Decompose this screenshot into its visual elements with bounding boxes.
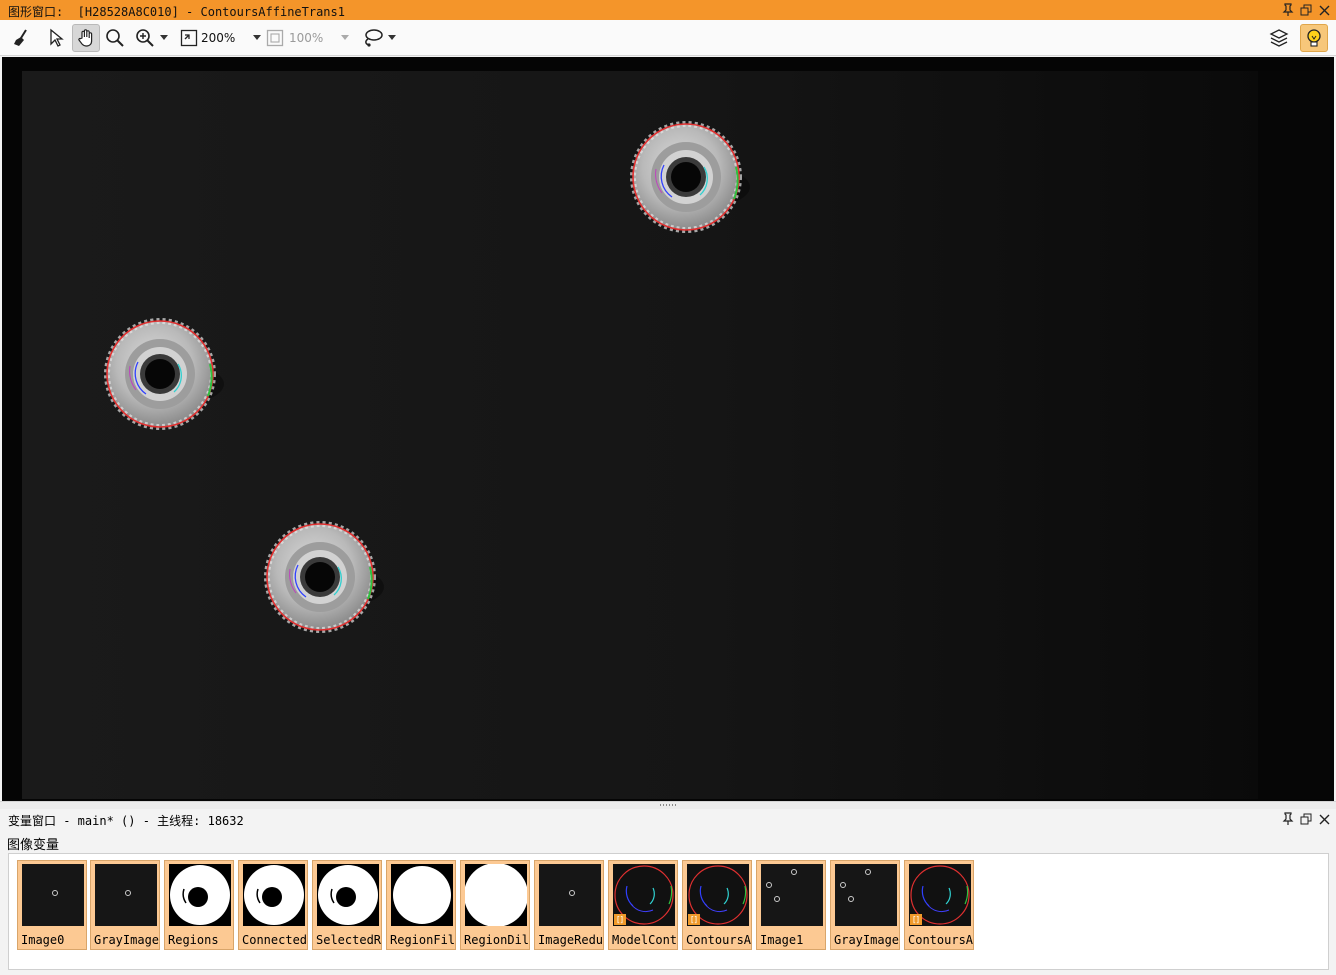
variable-thumbnail-image1[interactable]: Image1 xyxy=(756,860,826,950)
thumbnail-label: RegionDil xyxy=(464,933,530,947)
zoom-alt-chevron-down-icon[interactable] xyxy=(338,24,352,52)
thumbnail-label: ContoursA xyxy=(686,933,752,947)
zoom-fit-icon xyxy=(180,29,198,47)
thumbnail-preview xyxy=(465,864,527,926)
graphics-window-controls xyxy=(1280,1,1332,19)
thumbnail-label: Regions xyxy=(168,933,219,947)
thumbnail-preview: [] xyxy=(613,864,675,926)
magnifier-icon[interactable] xyxy=(102,24,128,52)
thumbnail-preview: [] xyxy=(909,864,971,926)
zoom-level-alt-text: 100% xyxy=(289,31,324,45)
thumbnail-label: ModelCont xyxy=(612,933,678,947)
roi-chevron-down-icon[interactable] xyxy=(386,24,398,52)
thumbnail-preview xyxy=(317,864,379,926)
tuple-badge-icon: [] xyxy=(614,914,626,925)
actual-size-icon xyxy=(266,29,284,47)
close-icon[interactable] xyxy=(1316,810,1332,828)
variable-window-title: 变量窗口 - main* () - 主线程: 18632 xyxy=(8,814,244,828)
lasso-icon[interactable] xyxy=(360,24,386,52)
thumbnail-label: SelectedR xyxy=(316,933,382,947)
variable-thumbnail-regionfil[interactable]: RegionFil xyxy=(386,860,456,950)
thumbnail-preview xyxy=(22,864,84,926)
tuple-badge-icon: [] xyxy=(910,914,922,925)
variable-thumbnail-connected[interactable]: Connected xyxy=(238,860,308,950)
layers-icon[interactable] xyxy=(1266,24,1292,52)
thumbnail-label: ContoursA xyxy=(908,933,974,947)
thumbnail-label: GrayImage xyxy=(834,933,900,947)
variable-thumbnail-contoursa[interactable]: [] ContoursA xyxy=(682,860,752,950)
variable-thumbnail-grayimage[interactable]: GrayImage xyxy=(90,860,160,950)
float-window-icon[interactable] xyxy=(1298,1,1314,19)
zoom-level-text: 200% xyxy=(201,31,236,45)
image-canvas[interactable] xyxy=(2,57,1334,801)
zoom-in-icon[interactable] xyxy=(132,24,158,52)
pointer-icon[interactable] xyxy=(42,24,70,52)
thumbnail-label: RegionFil xyxy=(390,933,456,947)
pin-icon[interactable] xyxy=(1280,810,1296,828)
close-icon[interactable] xyxy=(1316,1,1332,19)
graphics-window-titlebar: 图形窗口: [H28528A8C010] - ContoursAffineTra… xyxy=(0,0,1336,20)
variable-thumbnail-modelcont[interactable]: [] ModelCont xyxy=(608,860,678,950)
variable-thumbnail-image0[interactable]: Image0 xyxy=(17,860,87,950)
thumbnail-preview xyxy=(391,864,453,926)
thumbnail-label: GrayImage xyxy=(94,933,160,947)
zoom-menu-chevron-down-icon[interactable] xyxy=(158,24,170,52)
thumbnail-preview xyxy=(95,864,157,926)
pin-icon[interactable] xyxy=(1280,1,1296,19)
hand-icon[interactable] xyxy=(72,24,100,52)
thumbnail-label: Connected xyxy=(242,933,308,947)
thumbnail-preview xyxy=(835,864,897,926)
tuple-badge-icon: [] xyxy=(688,914,700,925)
zoom-level-chevron-down-icon[interactable] xyxy=(250,24,264,52)
graphics-window-title: 图形窗口: [H28528A8C010] - ContoursAffineTra… xyxy=(8,5,345,19)
float-window-icon[interactable] xyxy=(1298,810,1314,828)
thumbnail-preview xyxy=(539,864,601,926)
variable-thumbnail-contoursa[interactable]: [] ContoursA xyxy=(904,860,974,950)
thumbnail-label: ImageRedu xyxy=(538,933,604,947)
splitter-grip-icon[interactable] xyxy=(660,804,678,806)
thumbnail-label: Image0 xyxy=(21,933,65,947)
image-variables-panel: Image0 GrayImage Regions Connected SelectedR… xyxy=(8,853,1329,970)
lightbulb-icon[interactable] xyxy=(1300,24,1328,52)
variable-thumbnail-regiondil[interactable]: RegionDil xyxy=(460,860,530,950)
zoom-level-selector[interactable]: 200% xyxy=(180,24,244,52)
variable-window-controls xyxy=(1280,810,1332,828)
window-splitter[interactable] xyxy=(0,801,1336,809)
variable-thumbnail-selectedr[interactable]: SelectedR xyxy=(312,860,382,950)
variable-thumbnail-regions[interactable]: Regions xyxy=(164,860,234,950)
zoom-level-alt-selector[interactable]: 100% xyxy=(266,24,336,52)
thumbnail-label: Image1 xyxy=(760,933,804,947)
thumbnail-preview xyxy=(243,864,305,926)
thumbnail-preview: [] xyxy=(687,864,749,926)
variable-window-titlebar: 变量窗口 - main* () - 主线程: 18632 xyxy=(0,809,1336,829)
thumbnail-preview xyxy=(169,864,231,926)
image-variables-label: 图像变量 xyxy=(7,838,60,853)
broom-icon[interactable] xyxy=(8,24,36,52)
variable-thumbnail-grayimage[interactable]: GrayImage xyxy=(830,860,900,950)
variable-thumbnail-imageredu[interactable]: ImageRedu xyxy=(534,860,604,950)
thumbnail-preview xyxy=(761,864,823,926)
graphics-toolbar: 200% 100% xyxy=(0,20,1336,56)
